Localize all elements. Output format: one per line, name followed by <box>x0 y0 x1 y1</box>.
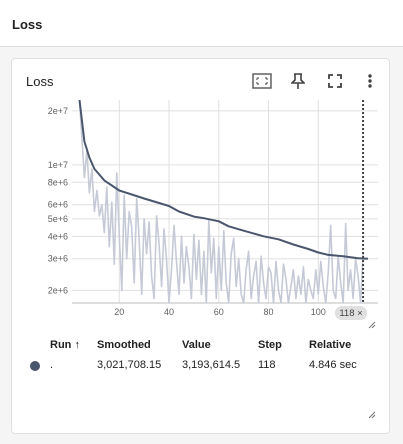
y-tick-label: 5e+6 <box>48 214 68 224</box>
table-resize-handle-icon[interactable] <box>368 411 376 419</box>
cell-value: 3,193,614.5 <box>182 359 241 371</box>
col-header-step[interactable]: Step <box>258 339 282 351</box>
x-tick-label: 40 <box>164 307 174 317</box>
resize-handle-icon[interactable] <box>368 321 376 329</box>
hover-step-badge[interactable]: 118 × <box>335 306 367 320</box>
cell-run: . <box>50 359 54 371</box>
y-tick-label: 2e+6 <box>48 285 68 295</box>
section-title: Loss <box>12 17 43 32</box>
col-header-run[interactable]: Run ↑ <box>50 339 80 351</box>
y-tick-label: 2e+7 <box>48 106 68 116</box>
x-tick-label: 60 <box>214 307 224 317</box>
col-header-smoothed[interactable]: Smoothed <box>97 339 151 351</box>
y-tick-label: 4e+6 <box>48 231 68 241</box>
col-header-relative[interactable]: Relative <box>309 339 351 351</box>
y-tick-label: 6e+6 <box>48 200 68 210</box>
section-header: Loss <box>0 0 403 47</box>
col-header-value[interactable]: Value <box>182 339 211 351</box>
x-tick-label: 100 <box>311 307 326 317</box>
cell-relative: 4.846 sec <box>309 359 357 371</box>
run-color-dot <box>30 361 40 371</box>
x-tick-label: 20 <box>114 307 124 317</box>
scalar-card: Loss 2e+7 1e+7 8e+6 6e+6 5e+6 4e+6 3e+6 2e+6 20 4… <box>11 58 390 434</box>
y-tick-label: 8e+6 <box>48 177 68 187</box>
cell-smoothed: 3,021,708.15 <box>97 359 162 371</box>
y-tick-label: 1e+7 <box>48 160 68 170</box>
y-tick-label: 3e+6 <box>48 254 68 264</box>
loss-chart[interactable]: 2e+7 1e+7 8e+6 6e+6 5e+6 4e+6 3e+6 2e+6 20 40 60 80… <box>12 59 389 329</box>
x-tick-label: 80 <box>264 307 274 317</box>
cell-step: 118 <box>258 359 276 371</box>
value-series-line <box>78 99 364 304</box>
